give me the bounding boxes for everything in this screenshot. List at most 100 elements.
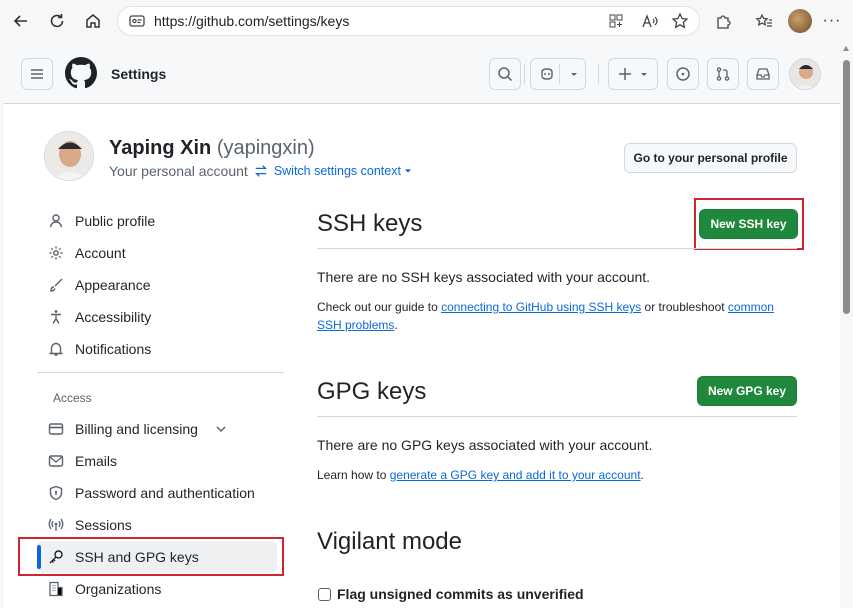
broadcast-icon <box>48 517 64 533</box>
user-avatar-button[interactable] <box>789 58 821 90</box>
scrollbar-thumb[interactable] <box>843 60 850 314</box>
sidebar-item-organizations[interactable]: Organizations <box>48 575 278 603</box>
scroll-up-arrow-icon[interactable] <box>843 46 849 51</box>
ssh-guide-suffix: . <box>394 318 398 332</box>
sidebar-item-label: Public profile <box>75 213 156 229</box>
profile-avatar[interactable] <box>44 131 94 181</box>
avatar <box>788 9 812 33</box>
gpg-empty-message: There are no GPG keys associated with yo… <box>317 437 653 453</box>
menu-button[interactable] <box>21 58 53 90</box>
sidebar-item-label: Sessions <box>75 517 132 533</box>
sidebar-item-password[interactable]: Password and authentication <box>48 479 278 507</box>
gpg-learn-prefix: Learn how to <box>317 468 390 482</box>
refresh-button[interactable] <box>43 7 71 35</box>
refresh-icon <box>50 14 64 28</box>
new-gpg-key-button[interactable]: New GPG key <box>697 376 797 406</box>
sidebar-item-label: Accessibility <box>75 309 152 325</box>
flag-unsigned-checkbox[interactable] <box>318 588 331 601</box>
issue-opened-icon <box>676 67 690 81</box>
ssh-guide-link[interactable]: connecting to GitHub using SSH keys <box>441 300 641 314</box>
shield-lock-icon <box>48 485 64 501</box>
sidebar-divider <box>37 372 284 373</box>
chevron-down-icon[interactable] <box>215 423 227 435</box>
favorites-list-button[interactable] <box>750 7 778 35</box>
browser-profile-avatar[interactable] <box>786 7 814 35</box>
sidebar-item-label: Account <box>75 245 126 261</box>
sidebar-item-appearance[interactable]: Appearance <box>48 271 278 299</box>
favorites-list-icon <box>755 13 772 27</box>
back-arrow-icon <box>13 15 27 27</box>
sidebar-item-label: Billing and licensing <box>75 421 198 437</box>
sidebar-item-account[interactable]: Account <box>48 239 278 267</box>
extensions-button[interactable] <box>709 7 737 35</box>
ssh-keys-heading: SSH keys <box>317 210 423 237</box>
git-pull-request-icon <box>716 67 730 81</box>
display-name: Yaping Xin <box>109 137 212 159</box>
sidebar-heading-access: Access <box>53 391 92 405</box>
more-icon: ··· <box>822 12 842 29</box>
sidebar-item-label: Emails <box>75 453 118 469</box>
search-button[interactable] <box>489 58 521 90</box>
avatar <box>45 132 93 180</box>
gpg-learn-link[interactable]: generate a GPG key and add it to your ac… <box>390 468 641 482</box>
url-text: https://github.com/settings/keys <box>154 13 350 29</box>
create-new-button[interactable] <box>608 58 658 90</box>
copilot-icon <box>541 68 553 80</box>
avatar <box>790 59 820 89</box>
sidebar-item-label: Organizations <box>75 581 162 597</box>
ssh-guide-mid: or troubleshoot <box>641 300 728 314</box>
switch-context-label: Switch settings context <box>273 164 401 178</box>
triangle-down-icon <box>404 169 412 173</box>
sidebar-item-billing[interactable]: Billing and licensing <box>48 415 278 443</box>
header-divider <box>524 64 525 84</box>
account-type-label: Your personal account <box>109 163 248 179</box>
mail-icon <box>48 453 64 469</box>
chevron-down-icon <box>641 73 647 76</box>
paintbrush-icon <box>48 277 64 293</box>
github-mark-icon <box>65 57 97 89</box>
switch-context-link[interactable]: Switch settings context <box>274 164 412 178</box>
home-button[interactable] <box>79 7 107 35</box>
go-to-profile-button[interactable]: Go to your personal profile <box>624 143 797 173</box>
favorite-button[interactable] <box>666 7 694 35</box>
copilot-button[interactable] <box>530 58 586 90</box>
page-context-title[interactable]: Settings <box>111 66 166 82</box>
browser-menu-button[interactable]: ··· <box>818 7 846 35</box>
hamburger-icon <box>31 69 43 79</box>
pull-requests-button[interactable] <box>707 58 739 90</box>
home-icon <box>86 14 100 28</box>
chevron-down-icon <box>571 73 577 76</box>
apps-grid-icon <box>609 14 623 28</box>
sidebar-item-label: Notifications <box>75 341 152 357</box>
star-icon <box>671 12 689 29</box>
back-button[interactable] <box>7 7 35 35</box>
username-handle: (yapingxin) <box>216 137 315 159</box>
sidebar-item-accessibility[interactable]: Accessibility <box>48 303 278 331</box>
flag-unsigned-label[interactable]: Flag unsigned commits as unverified <box>337 586 584 602</box>
site-info-icon[interactable] <box>128 12 146 30</box>
gpg-learn-text: Learn how to generate a GPG key and add … <box>317 466 787 484</box>
credit-card-icon <box>48 421 64 437</box>
highlight-box-new-ssh-key <box>694 198 804 250</box>
split-divider <box>559 64 560 84</box>
section-divider <box>317 416 797 417</box>
sidebar-item-label: Password and authentication <box>75 485 255 501</box>
read-aloud-button[interactable] <box>636 7 664 35</box>
sidebar-item-sessions[interactable]: Sessions <box>48 511 278 539</box>
plus-icon <box>619 68 631 80</box>
organization-icon <box>48 581 64 597</box>
sidebar-item-notifications[interactable]: Notifications <box>48 335 278 363</box>
ssh-guide-text: Check out our guide to connecting to Git… <box>317 298 787 334</box>
app-available-button[interactable] <box>602 7 630 35</box>
sidebar-item-public-profile[interactable]: Public profile <box>48 207 278 235</box>
issues-button[interactable] <box>667 58 699 90</box>
sidebar-item-emails[interactable]: Emails <box>48 447 278 475</box>
accessibility-icon <box>48 309 64 325</box>
section-divider <box>317 248 797 249</box>
gear-icon <box>48 245 64 261</box>
sidebar-item-label: Appearance <box>75 277 151 293</box>
github-header: Settings <box>4 42 840 104</box>
page-scrollbar[interactable] <box>840 42 853 608</box>
github-logo[interactable] <box>65 57 97 94</box>
inbox-button[interactable] <box>747 58 779 90</box>
